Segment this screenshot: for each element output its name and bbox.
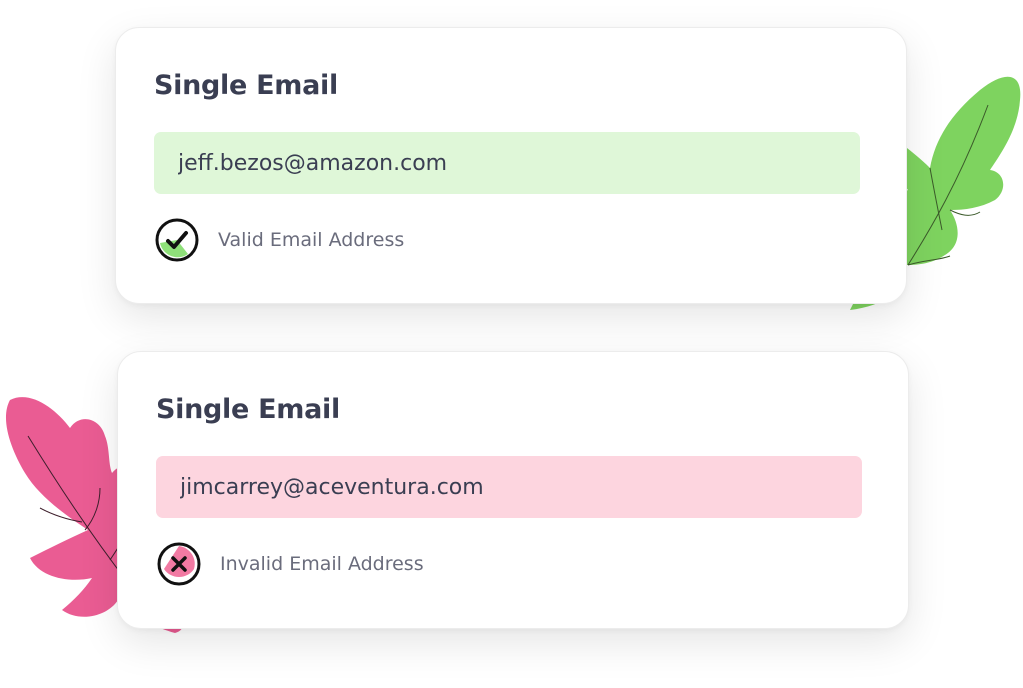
status-label: Valid Email Address (218, 229, 405, 251)
email-input[interactable] (156, 456, 862, 518)
valid-email-card: Single Email Valid Email Address (115, 27, 907, 304)
email-input[interactable] (154, 132, 860, 194)
invalid-email-card: Single Email Invalid Email Address (117, 351, 909, 629)
x-circle-icon (157, 542, 201, 586)
card-title: Single Email (156, 394, 340, 425)
validation-status: Valid Email Address (154, 216, 404, 264)
validation-status: Invalid Email Address (156, 540, 424, 588)
check-circle-icon (155, 218, 199, 262)
card-title: Single Email (154, 70, 338, 101)
status-label: Invalid Email Address (220, 553, 424, 575)
